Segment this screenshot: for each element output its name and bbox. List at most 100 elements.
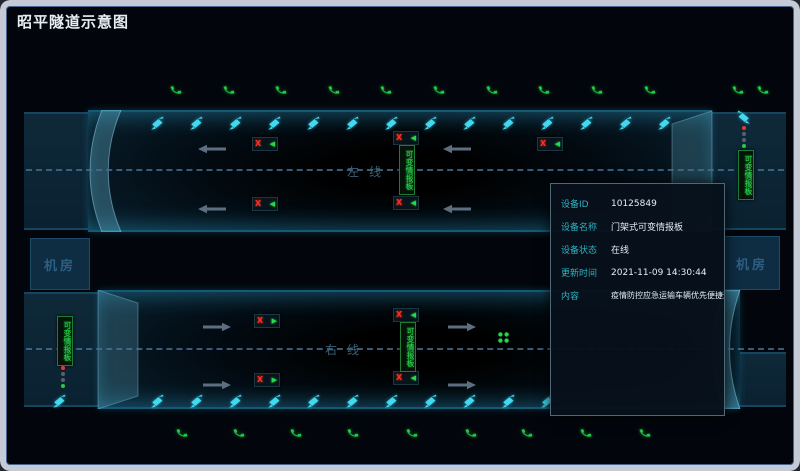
gray-light-icon	[61, 378, 65, 382]
cctv-camera-icon[interactable]	[189, 116, 204, 130]
jet-fan-icon[interactable]	[497, 331, 510, 344]
lane-direction-arrow	[448, 375, 478, 394]
cctv-camera-icon[interactable]	[462, 394, 477, 408]
tooltip-row: 更新时间2021-11-09 14:30:44	[551, 261, 724, 284]
tooltip-row-value: 在线	[611, 243, 629, 256]
cctv-camera-icon[interactable]	[228, 394, 243, 408]
emergency-phone-icon[interactable]	[757, 84, 769, 96]
emergency-phone-icon[interactable]	[580, 427, 592, 439]
variable-message-sign[interactable]: 可变情报板	[399, 145, 415, 195]
lane-control-signal[interactable]: X◀	[393, 308, 419, 322]
emergency-phone-icon[interactable]	[433, 84, 445, 96]
signal-light-stack[interactable]	[742, 126, 746, 148]
cctv-camera-icon[interactable]	[423, 116, 438, 130]
emergency-phone-icon[interactable]	[521, 427, 533, 439]
lane-control-signal[interactable]: X◀	[393, 131, 419, 145]
cctv-camera-icon[interactable]	[618, 116, 633, 130]
tooltip-row: 设备状态在线	[551, 238, 724, 261]
green-arrow-icon: ◀	[411, 135, 416, 142]
cctv-camera-icon[interactable]	[657, 116, 672, 130]
cctv-camera-icon[interactable]	[423, 394, 438, 408]
cctv-camera-icon[interactable]	[306, 394, 321, 408]
device-info-rows: 设备ID10125849设备名称门架式可变情报板设备状态在线更新时间2021-1…	[551, 184, 724, 307]
cctv-camera-icon[interactable]	[384, 116, 399, 130]
emergency-phone-icon[interactable]	[644, 84, 656, 96]
lane-direction-arrow	[441, 199, 471, 218]
cctv-camera-icon[interactable]	[501, 116, 516, 130]
tooltip-row-label: 设备状态	[561, 243, 611, 256]
cctv-camera-icon[interactable]	[267, 394, 282, 408]
emergency-phone-icon[interactable]	[406, 427, 418, 439]
green-arrow-icon: ▶	[272, 377, 277, 384]
tunnel-schematic-window: 昭平隧道示意图 左线 右线 机房 机房 X◀X◀X◀X◀X◀X▶X▶X◀X◀可变…	[0, 0, 800, 471]
cctv-camera-icon[interactable]	[306, 116, 321, 130]
variable-message-sign[interactable]: 可变情报板	[57, 316, 73, 366]
emergency-phone-icon[interactable]	[486, 84, 498, 96]
cctv-camera-icon[interactable]	[150, 116, 165, 130]
emergency-phone-icon[interactable]	[233, 427, 245, 439]
emergency-phone-icon[interactable]	[538, 84, 550, 96]
cctv-camera-icon[interactable]	[384, 394, 399, 408]
green-light-icon	[61, 384, 65, 388]
tooltip-row-value: 2021-11-09 14:30:44	[611, 268, 707, 278]
cctv-camera-icon[interactable]	[228, 116, 243, 130]
variable-message-sign[interactable]: 可变情报板	[400, 322, 416, 372]
emergency-phone-icon[interactable]	[380, 84, 392, 96]
cctv-camera-icon[interactable]	[736, 110, 751, 124]
cctv-camera-icon[interactable]	[540, 116, 555, 130]
lane-control-signal[interactable]: X◀	[393, 196, 419, 210]
tooltip-row: 设备名称门架式可变情报板	[551, 215, 724, 238]
cctv-camera-icon[interactable]	[462, 116, 477, 130]
cctv-camera-icon[interactable]	[189, 394, 204, 408]
green-arrow-icon: ◀	[270, 201, 275, 208]
emergency-phone-icon[interactable]	[465, 427, 477, 439]
red-x-icon: X	[396, 199, 402, 207]
green-light-icon	[742, 144, 746, 148]
signal-light-stack[interactable]	[61, 366, 65, 388]
tooltip-row-label: 设备名称	[561, 220, 611, 233]
red-x-icon: X	[396, 311, 402, 319]
lane-control-signal[interactable]: X◀	[252, 137, 278, 151]
lane-direction-arrow	[196, 139, 226, 158]
gray-light-icon	[61, 372, 65, 376]
device-info-tooltip: 设备ID10125849设备名称门架式可变情报板设备状态在线更新时间2021-1…	[550, 183, 725, 416]
emergency-phone-icon[interactable]	[328, 84, 340, 96]
gray-light-icon	[742, 132, 746, 136]
tooltip-row: 设备ID10125849	[551, 192, 724, 215]
lane-direction-arrow	[196, 199, 226, 218]
emergency-phone-icon[interactable]	[591, 84, 603, 96]
lane-direction-arrow	[203, 375, 233, 394]
red-x-icon: X	[540, 140, 546, 148]
green-arrow-icon: ▶	[272, 318, 277, 325]
cctv-camera-icon[interactable]	[501, 394, 516, 408]
cctv-camera-icon[interactable]	[52, 394, 67, 408]
lane-control-signal[interactable]: X▶	[254, 373, 280, 387]
gray-light-icon	[742, 138, 746, 142]
cctv-camera-icon[interactable]	[345, 394, 360, 408]
red-light-icon	[742, 126, 746, 130]
lane-direction-arrow	[448, 317, 478, 336]
lane-control-signal[interactable]: X◀	[393, 371, 419, 385]
lane-control-signal[interactable]: X▶	[254, 314, 280, 328]
cctv-camera-icon[interactable]	[267, 116, 282, 130]
emergency-phone-icon[interactable]	[639, 427, 651, 439]
cctv-camera-icon[interactable]	[150, 394, 165, 408]
lane-control-signal[interactable]: X◀	[537, 137, 563, 151]
cctv-camera-icon[interactable]	[345, 116, 360, 130]
emergency-phone-icon[interactable]	[290, 427, 302, 439]
tooltip-row-value: 门架式可变情报板	[611, 220, 683, 233]
emergency-phone-icon[interactable]	[176, 427, 188, 439]
red-light-icon	[61, 366, 65, 370]
emergency-phone-icon[interactable]	[223, 84, 235, 96]
red-x-icon: X	[257, 376, 263, 384]
cctv-camera-icon[interactable]	[579, 116, 594, 130]
emergency-phone-icon[interactable]	[732, 84, 744, 96]
emergency-phone-icon[interactable]	[170, 84, 182, 96]
variable-message-sign[interactable]: 可变情报板	[738, 150, 754, 200]
green-arrow-icon: ◀	[411, 375, 416, 382]
lane-control-signal[interactable]: X◀	[252, 197, 278, 211]
emergency-phone-icon[interactable]	[347, 427, 359, 439]
emergency-phone-icon[interactable]	[275, 84, 287, 96]
tooltip-row-value: 10125849	[611, 199, 657, 209]
tooltip-row: 内容疫情防控应急运输车辆优先便捷通行！	[551, 284, 724, 307]
